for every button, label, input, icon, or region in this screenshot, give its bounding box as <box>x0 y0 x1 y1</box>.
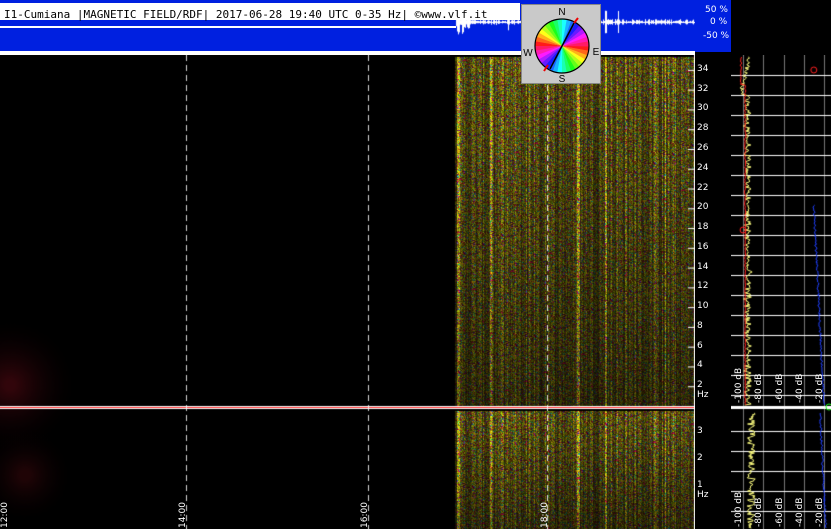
pct-label-mid: 0 % <box>710 17 728 27</box>
compass-n: N <box>558 7 565 18</box>
percent-scale: 50 % 0 % -50 % <box>695 0 731 52</box>
y-tick-upper: 10 <box>697 301 709 312</box>
compass-wheel-icon: N S E W <box>523 7 600 85</box>
x-tick-label: 18:00 <box>540 502 550 528</box>
y-tick-upper: 16 <box>697 241 709 252</box>
db-tick-label: -40 dB <box>794 373 805 403</box>
db-tick-label: -100 dB <box>734 491 745 527</box>
y-tick-lower: 3 <box>697 426 703 436</box>
y-tick-upper: 14 <box>697 261 709 272</box>
y-tick-upper: 12 <box>697 281 709 292</box>
amplitude-panel: -100 dB -80 dB -60 dB -40 dB -20 dB -100 dB -… <box>731 55 831 529</box>
y-tick-upper: 8 <box>697 320 703 331</box>
y-tick-upper: 22 <box>697 182 709 193</box>
compass-s: S <box>559 74 566 83</box>
y-tick-upper: 30 <box>697 103 709 114</box>
db-tick-label: -80 dB <box>754 373 765 403</box>
y-tick-upper: 6 <box>697 340 703 351</box>
y-tick-upper: 24 <box>697 162 709 173</box>
x-tick-label: 16:00 <box>360 502 370 528</box>
y-tick-upper: 26 <box>697 142 709 153</box>
db-tick-label: -60 dB <box>774 497 785 527</box>
db-tick-label: -20 dB <box>814 373 825 403</box>
db-tick-label: -80 dB <box>754 497 765 527</box>
spectrogram-panel: 34 32 30 28 26 24 22 20 18 16 14 12 10 8 6 4 2 Hz 321 Hz… <box>0 55 709 529</box>
pct-label-top: 50 % <box>705 5 728 15</box>
rdf-compass: N S E W <box>521 4 601 85</box>
db-tick-label: -100 dB <box>734 367 745 403</box>
amplitude-plot <box>731 55 831 529</box>
y-tick-lower: 2 <box>697 453 703 463</box>
chart-title: I1-Cumiana |MAGNETIC FIELD/RDF| 2017-06-… <box>4 8 488 21</box>
x-tick-label: 14:00 <box>178 502 188 528</box>
db-tick-label: -40 dB <box>794 497 805 527</box>
y-tick-upper: 32 <box>697 83 709 94</box>
db-tick-label: -60 dB <box>774 373 785 403</box>
title-bar: I1-Cumiana |MAGNETIC FIELD/RDF| 2017-06-… <box>0 3 520 21</box>
pct-label-bottom: -50 % <box>703 31 730 41</box>
header-divider <box>0 26 456 28</box>
y-tick-upper: 4 <box>697 360 703 371</box>
x-tick-label: 12:00 <box>0 502 10 528</box>
y-tick-upper: 2 Hz <box>697 380 709 401</box>
y-tick-upper: 34 <box>697 63 709 74</box>
y-tick-upper: 28 <box>697 123 709 134</box>
y-tick-lower: 1 Hz <box>697 480 709 500</box>
compass-e: E <box>593 47 600 58</box>
vlf-spectrogram-page: { "header": { "title": "I1-Cumiana |MAGN… <box>0 0 831 529</box>
compass-w: W <box>523 48 533 59</box>
y-tick-upper: 18 <box>697 222 709 233</box>
spectrogram-canvas <box>0 55 695 529</box>
y-tick-upper: 20 <box>697 202 709 213</box>
db-tick-label: -20 dB <box>814 497 825 527</box>
